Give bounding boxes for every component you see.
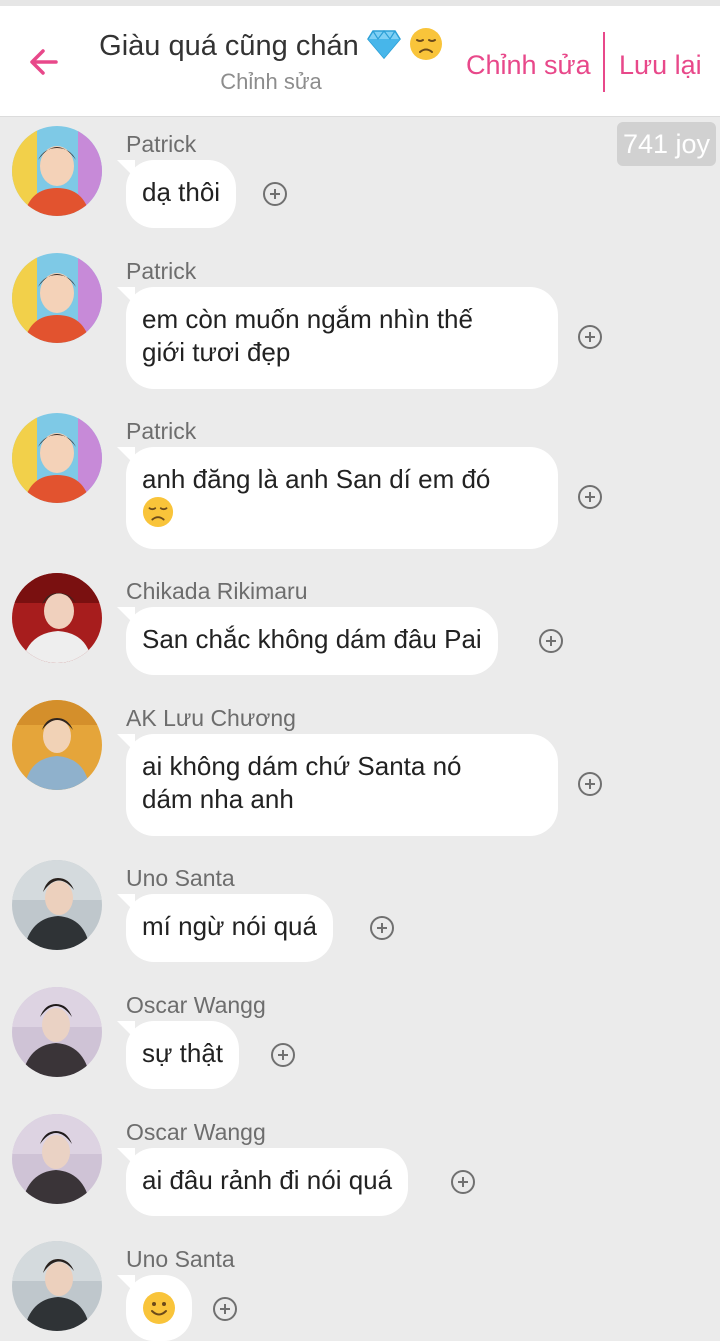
message-bubble[interactable]: sự thật: [126, 1021, 239, 1089]
add-reaction-icon[interactable]: [271, 1043, 295, 1067]
avatar[interactable]: [12, 413, 102, 503]
title-block: Giàu quá cũng chán Chỉnh sửa: [86, 26, 456, 96]
message-text-line: ai không dám chứ Santa nó: [142, 751, 462, 781]
message-bubble[interactable]: ai không dám chứ Santa nó dám nha anh: [126, 734, 558, 836]
message-bubble[interactable]: em còn muốn ngắm nhìn thế giới tươi đẹp: [126, 287, 558, 389]
message-bubble[interactable]: mí ngừ nói quá: [126, 894, 333, 962]
avatar-image: [12, 413, 102, 503]
add-reaction-icon[interactable]: [578, 772, 602, 796]
add-reaction-icon[interactable]: [370, 916, 394, 940]
avatar-image: [12, 700, 102, 790]
add-reaction-icon[interactable]: [451, 1170, 475, 1194]
avatar-image: [12, 573, 102, 663]
message-text-line: giới tươi đẹp: [142, 337, 291, 367]
message-bubble[interactable]: San chắc không dám đâu Pai: [126, 607, 498, 675]
avatar[interactable]: [12, 253, 102, 343]
save-button[interactable]: Lưu lại: [619, 50, 702, 81]
message-bubble[interactable]: [126, 1275, 192, 1341]
sender-name: AK Lưu Chương: [126, 705, 296, 731]
chat-subtitle: Chỉnh sửa: [220, 69, 322, 94]
chat-title-text: Giàu quá cũng chán: [99, 30, 359, 62]
avatar-image: [12, 860, 102, 950]
sender-name: Chikada Rikimaru: [126, 578, 308, 604]
add-reaction-icon[interactable]: [539, 629, 563, 653]
sender-name: Patrick: [126, 418, 197, 444]
back-arrow-icon: [30, 49, 58, 75]
sender-name: Patrick: [126, 131, 197, 157]
message-text: sự thật: [142, 1038, 223, 1068]
sad-face-icon: [142, 496, 174, 528]
chat-header: Giàu quá cũng chán Chỉnh sửa Chỉnh sửa L…: [0, 6, 720, 117]
avatar[interactable]: [12, 700, 102, 790]
edit-button[interactable]: Chỉnh sửa: [466, 50, 591, 81]
message-text: San chắc không dám đâu Pai: [142, 624, 482, 654]
add-reaction-icon[interactable]: [213, 1297, 237, 1321]
avatar-image: [12, 1241, 102, 1331]
message-text: dạ thôi: [142, 177, 221, 207]
avatar-image: [12, 126, 102, 216]
diamond-icon: [366, 30, 401, 60]
message-text: mí ngừ nói quá: [142, 911, 317, 941]
avatar[interactable]: [12, 573, 102, 663]
avatar[interactable]: [12, 1241, 102, 1331]
avatar-image: [12, 987, 102, 1077]
add-reaction-icon[interactable]: [578, 325, 602, 349]
sender-name: Patrick: [126, 258, 197, 284]
message-text-line: em còn muốn ngắm nhìn thế: [142, 304, 473, 334]
avatar-image: [12, 1114, 102, 1204]
avatar-image: [12, 253, 102, 343]
avatar[interactable]: [12, 987, 102, 1077]
message-text-line: anh đăng là anh San dí em đó: [142, 464, 491, 494]
avatar[interactable]: [12, 860, 102, 950]
sender-name: Uno Santa: [126, 1246, 235, 1272]
smile-emoji-icon: [143, 1292, 175, 1324]
chat-title: Giàu quá cũng chán: [86, 26, 456, 66]
sender-name: Uno Santa: [126, 865, 235, 891]
sender-name: Oscar Wangg: [126, 992, 266, 1018]
back-button[interactable]: [22, 40, 66, 84]
sender-name: Oscar Wangg: [126, 1119, 266, 1145]
sad-face-icon: [409, 28, 442, 60]
message-bubble[interactable]: anh đăng là anh San dí em đó: [126, 447, 558, 549]
message-bubble[interactable]: ai đâu rảnh đi nói quá: [126, 1148, 409, 1216]
avatar[interactable]: [12, 1114, 102, 1204]
joy-badge: 741 joy: [617, 122, 716, 166]
add-reaction-icon[interactable]: [263, 182, 287, 206]
avatar[interactable]: [12, 126, 102, 216]
add-reaction-icon[interactable]: [578, 485, 602, 509]
message-bubble[interactable]: dạ thôi: [126, 160, 237, 228]
message-text-line: dám nha anh: [142, 784, 294, 814]
message-text: ai đâu rảnh đi nói quá: [142, 1165, 393, 1195]
header-divider: [603, 32, 605, 92]
